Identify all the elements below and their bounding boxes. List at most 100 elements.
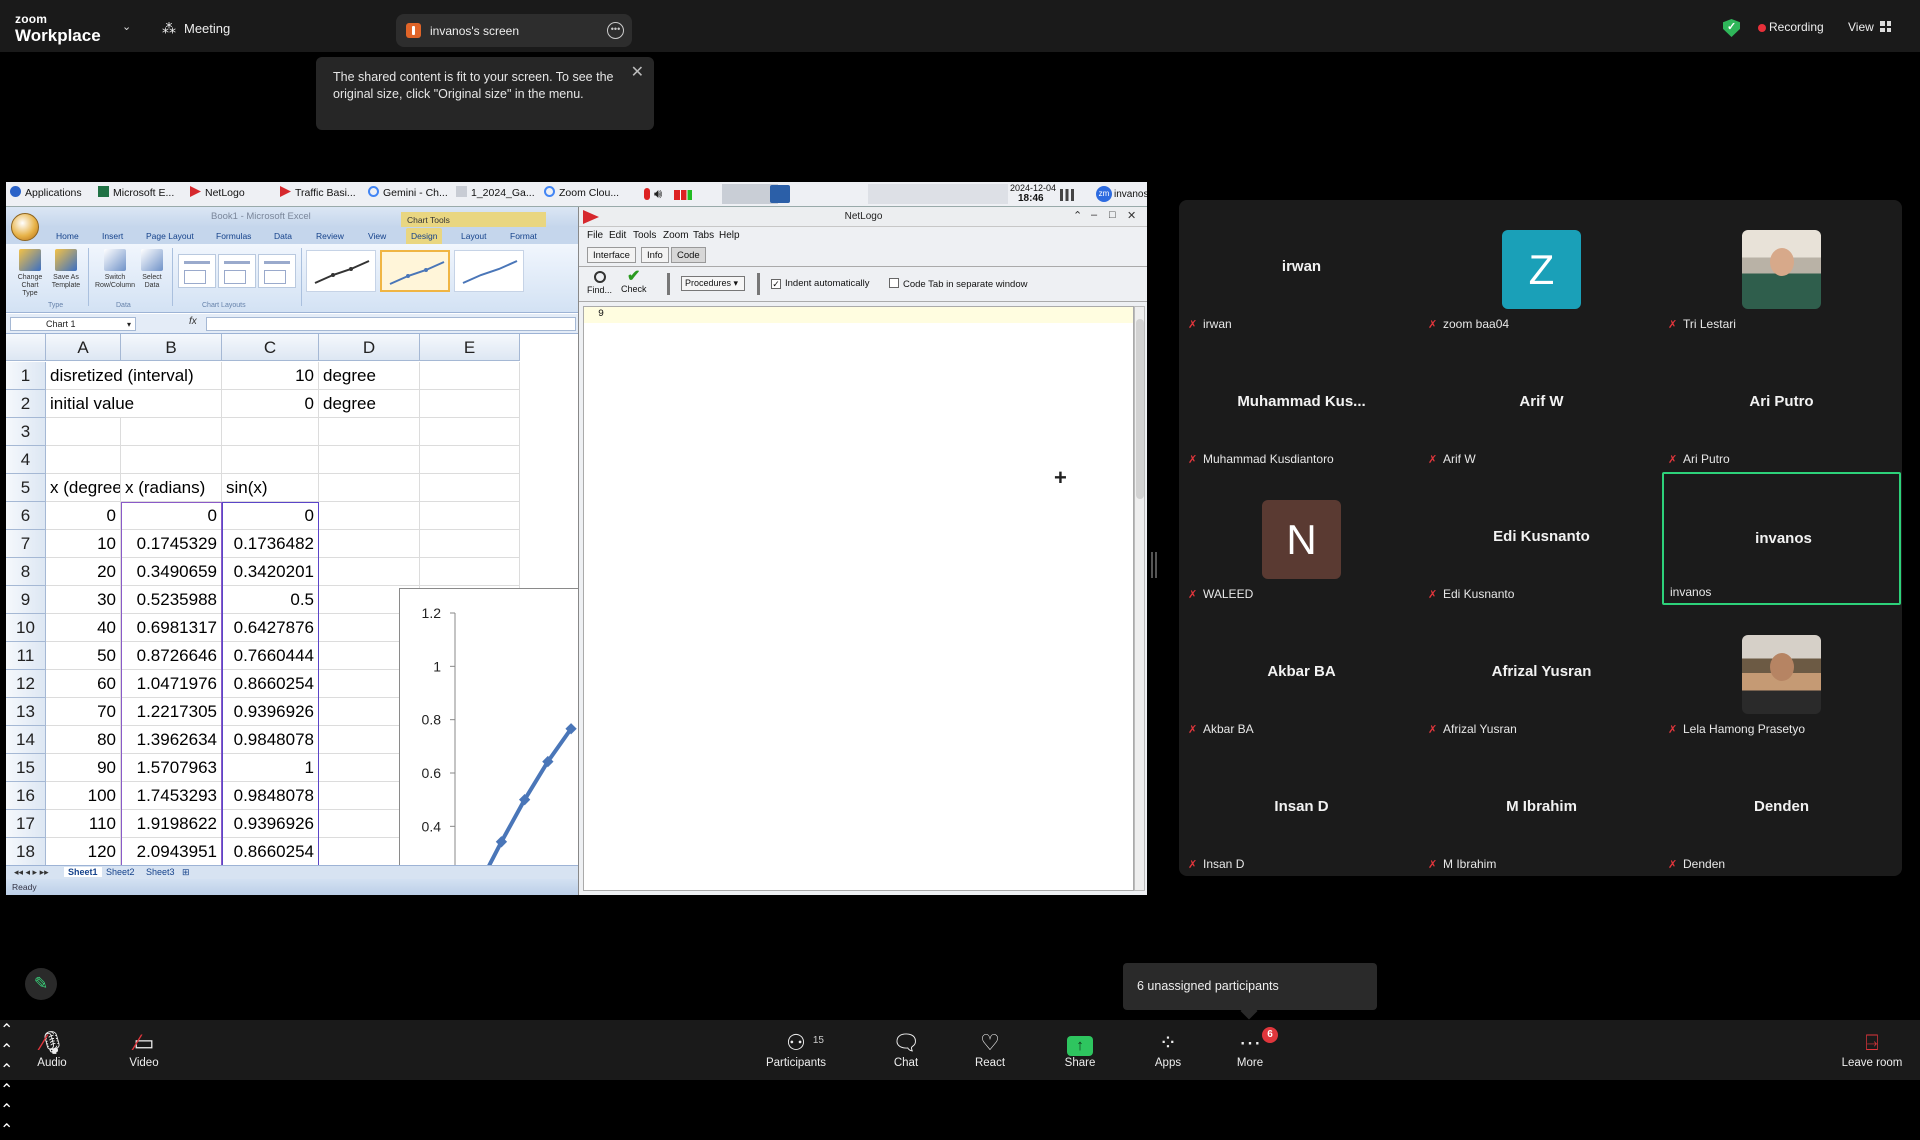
table-cell[interactable]: 1.0471976	[121, 670, 222, 698]
participant-tile[interactable]: ✗ Lela Hamong Prasetyo	[1662, 607, 1901, 740]
taskbar-item[interactable]: Zoom Clou...	[544, 186, 628, 204]
table-cell[interactable]	[319, 558, 420, 586]
participant-tile[interactable]: Arif W ✗ Arif W	[1422, 337, 1661, 470]
splitter-handle[interactable]	[1151, 552, 1153, 578]
taskbar-item[interactable]: Applications	[10, 186, 96, 204]
code-scrollbar[interactable]	[1134, 306, 1145, 891]
column-header[interactable]: B	[121, 334, 222, 361]
table-cell[interactable]: 110	[46, 810, 121, 838]
row-header[interactable]: 13	[6, 698, 46, 726]
table-cell[interactable]: 0.3420201	[222, 558, 319, 586]
select-data-button[interactable]: Select Data	[136, 249, 168, 297]
table-cell[interactable]: x (degree)	[46, 474, 121, 502]
tab-review[interactable]: Review	[316, 231, 344, 241]
table-cell[interactable]: 0.9396926	[222, 810, 319, 838]
table-cell[interactable]: 1	[222, 754, 319, 782]
row-header[interactable]: 6	[6, 502, 46, 530]
taskbar-item[interactable]: 1_2024_Ga...	[456, 186, 542, 204]
indent-automatically-checkbox[interactable]: ✓ Indent automatically	[771, 278, 870, 289]
participant-tile[interactable]: Muhammad Kus... ✗ Muhammad Kusdiantoro	[1182, 337, 1421, 470]
sheet-tab-1[interactable]: Sheet1	[64, 867, 102, 877]
sheet-tab-3[interactable]: Sheet3	[146, 867, 175, 877]
leave-room-button[interactable]: ⍈ Leave room	[1832, 1029, 1912, 1069]
chat-button[interactable]: 🗨︎ Chat	[866, 1029, 946, 1069]
row-header[interactable]: 18	[6, 838, 46, 865]
screen-share-indicator[interactable]: invanos's screen •••	[396, 14, 632, 47]
table-cell[interactable]: 0.8726646	[121, 642, 222, 670]
excel-window[interactable]: Book1 - Microsoft Excel Chart Tools Home…	[6, 207, 578, 895]
taskbar-item[interactable]: Gemini - Ch...	[368, 186, 454, 204]
chart-layout-option[interactable]	[178, 254, 216, 288]
tab-info[interactable]: Info	[641, 247, 669, 263]
row-header[interactable]: 1	[6, 362, 46, 390]
table-cell[interactable]: 10	[46, 530, 121, 558]
table-cell[interactable]: 10	[222, 362, 319, 390]
table-cell[interactable]	[46, 446, 121, 474]
row-header[interactable]: 5	[6, 474, 46, 502]
table-cell[interactable]	[420, 418, 520, 446]
table-cell[interactable]: 0.8660254	[222, 670, 319, 698]
participant-tile[interactable]: irwan ✗ irwan	[1182, 202, 1421, 335]
tab-layout[interactable]: Layout	[461, 231, 487, 241]
name-box[interactable]: Chart 1	[10, 317, 136, 331]
table-cell[interactable]	[319, 446, 420, 474]
table-cell[interactable]: 0.6981317	[121, 614, 222, 642]
table-cell[interactable]: 20	[46, 558, 121, 586]
tab-home[interactable]: Home	[56, 231, 79, 241]
grid-corner[interactable]	[6, 334, 46, 361]
menu-help[interactable]: Help	[719, 230, 740, 241]
chart-layout-option[interactable]	[258, 254, 296, 288]
participant-tile[interactable]: Akbar BA ✗ Akbar BA	[1182, 607, 1421, 740]
collapse-icon[interactable]: ⌃	[1073, 209, 1082, 222]
table-cell[interactable]: 0.1736482	[222, 530, 319, 558]
taskbar-item[interactable]: NetLogo	[190, 186, 278, 204]
row-header[interactable]: 3	[6, 418, 46, 446]
row-header[interactable]: 7	[6, 530, 46, 558]
table-cell[interactable]: 1.2217305	[121, 698, 222, 726]
participant-tile[interactable]: Denden ✗ Denden	[1662, 742, 1901, 875]
splitter-handle[interactable]	[1155, 552, 1157, 578]
menu-zoom[interactable]: Zoom	[663, 230, 689, 241]
tab-formulas[interactable]: Formulas	[216, 231, 251, 241]
find-button[interactable]: Find...	[587, 271, 612, 295]
table-cell[interactable]: 1.5707963	[121, 754, 222, 782]
share-button[interactable]: ↑ Share	[1040, 1029, 1120, 1069]
table-cell[interactable]	[319, 474, 420, 502]
code-tab-separate-checkbox[interactable]: Code Tab in separate window	[889, 278, 1027, 290]
taskbar-item[interactable]: Microsoft E...	[98, 186, 188, 204]
row-header[interactable]: 15	[6, 754, 46, 782]
chart-style-option-selected[interactable]	[380, 250, 450, 292]
insert-sheet-icon[interactable]: ⊞	[182, 867, 190, 878]
sheet-tab-2[interactable]: Sheet2	[106, 867, 135, 877]
row-header[interactable]: 9	[6, 586, 46, 614]
table-cell[interactable]: 70	[46, 698, 121, 726]
table-cell[interactable]	[420, 502, 520, 530]
table-cell[interactable]	[121, 418, 222, 446]
column-header[interactable]: E	[420, 334, 520, 361]
menu-edit[interactable]: Edit	[609, 230, 626, 241]
view-button[interactable]: View	[1848, 20, 1874, 34]
table-cell[interactable]: x (radians)	[121, 474, 222, 502]
share-options-caret[interactable]: ⌃	[0, 1100, 1920, 1120]
table-cell[interactable]: 40	[46, 614, 121, 642]
table-cell[interactable]: 100	[46, 782, 121, 810]
react-button[interactable]: ♡ React	[950, 1029, 1030, 1069]
table-cell[interactable]: degree	[319, 362, 420, 390]
table-cell[interactable]: 0	[121, 502, 222, 530]
row-header[interactable]: 12	[6, 670, 46, 698]
procedures-dropdown[interactable]: Procedures ▾	[681, 276, 745, 291]
table-cell[interactable]: 90	[46, 754, 121, 782]
table-cell[interactable]	[420, 558, 520, 586]
video-button[interactable]: ▭ ⁄ Video	[104, 1029, 184, 1069]
participant-tile[interactable]: M Ibrahim ✗ M Ibrahim	[1422, 742, 1661, 875]
table-cell[interactable]: 60	[46, 670, 121, 698]
menu-file[interactable]: File	[587, 230, 603, 241]
table-cell[interactable]: 0	[46, 502, 121, 530]
participant-tile[interactable]: Z ✗ zoom baa04	[1422, 202, 1661, 335]
more-options-icon[interactable]: •••	[607, 22, 624, 39]
table-cell[interactable]: 0.8660254	[222, 838, 319, 865]
check-button[interactable]: ✔ Check	[621, 269, 647, 295]
chart-style-option[interactable]	[306, 250, 376, 292]
scrollbar-thumb[interactable]	[1136, 319, 1144, 499]
participant-tile[interactable]: Afrizal Yusran ✗ Afrizal Yusran	[1422, 607, 1661, 740]
